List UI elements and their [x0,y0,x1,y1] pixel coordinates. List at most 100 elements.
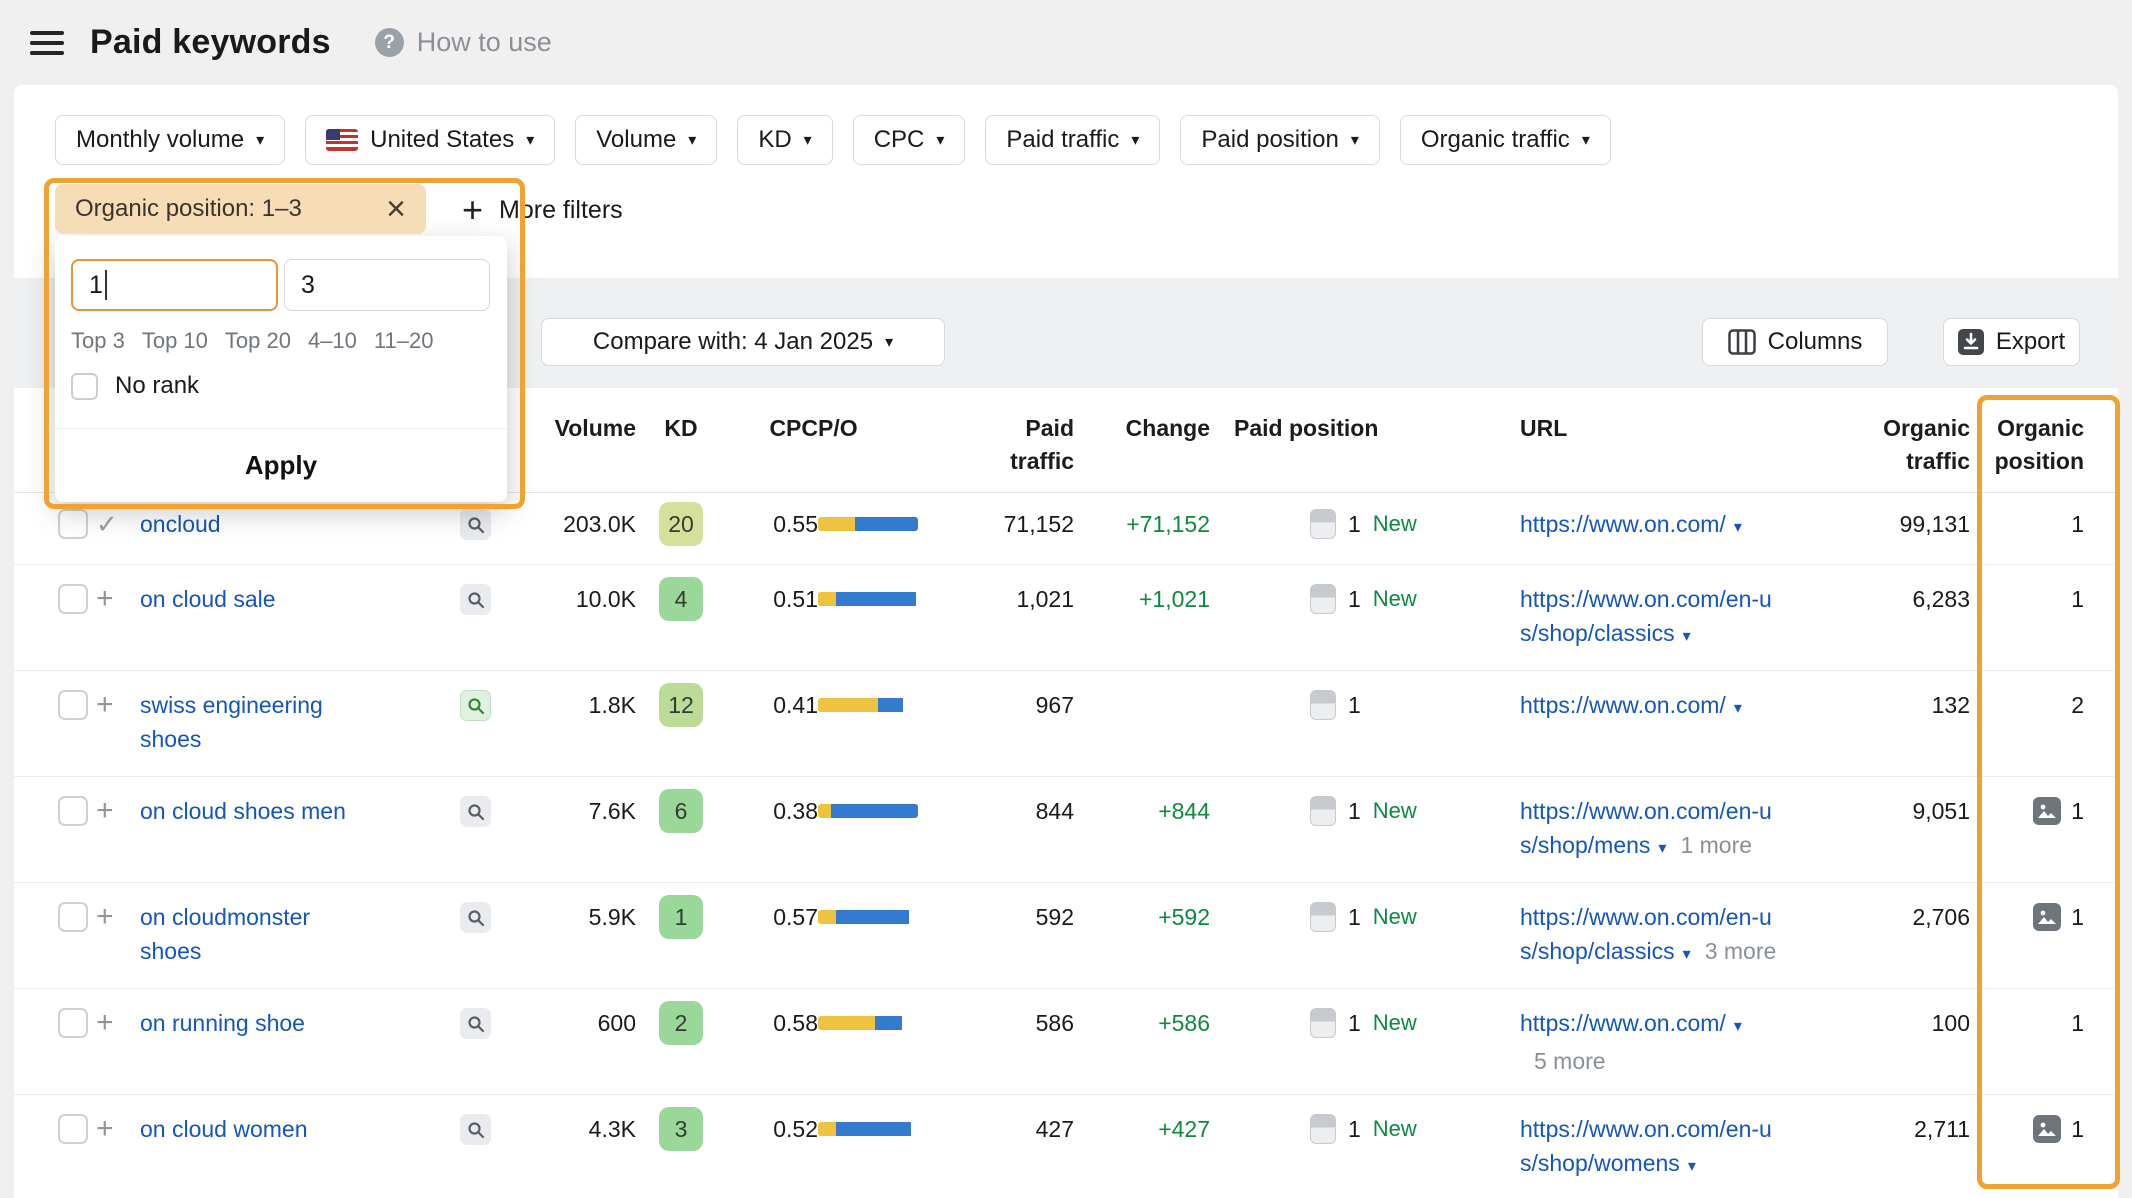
kd-badge: 12 [659,683,703,727]
url-more-label[interactable]: 5 more [1534,1048,1606,1074]
url-link[interactable]: https://www.on.com/ [1520,511,1726,537]
more-filters-button[interactable]: + More filters [462,185,623,235]
row-checkbox[interactable] [58,1008,88,1038]
url-link[interactable]: https://www.on.com/ [1520,1010,1726,1036]
header-change[interactable]: Change [1074,412,1210,445]
keyword-link[interactable]: swiss engineering shoes [140,692,323,752]
row-checkbox[interactable] [58,509,88,539]
filter-pill-kd[interactable]: KD▾ [737,115,832,165]
add-to-list-icon[interactable]: + [96,688,114,721]
header-paid-traffic[interactable]: Paid traffic [958,412,1074,478]
paid-traffic-value: 1,021 [958,582,1074,616]
filter-pill-monthly-volume[interactable]: Monthly volume▾ [55,115,285,165]
image-result-icon [2033,903,2061,931]
ad-position-icon [1310,1114,1336,1144]
how-to-use-link[interactable]: ? How to use [375,27,552,58]
menu-icon[interactable] [30,31,64,55]
row-checkbox[interactable] [58,902,88,932]
volume-value: 5.9K [516,900,636,934]
header-organic-traffic[interactable]: Organic traffic [1850,412,1970,478]
quick-range-4–10[interactable]: 4–10 [308,328,357,354]
serp-features-icon[interactable] [460,1114,491,1145]
keyword-link[interactable]: on cloud women [140,1116,308,1142]
position-from-input[interactable]: 1 [71,259,278,311]
position-to-input[interactable]: 3 [284,259,490,311]
filter-pill-paid-traffic[interactable]: Paid traffic▾ [985,115,1160,165]
url-link[interactable]: https://www.on.com/en-u [1520,1116,1772,1142]
url-link[interactable]: https://www.on.com/en-u [1520,798,1772,824]
quick-range-11–20[interactable]: 11–20 [374,328,434,354]
change-value: +844 [1074,794,1210,828]
row-checkbox[interactable] [58,690,88,720]
serp-features-icon[interactable] [460,584,491,615]
apply-button[interactable]: Apply [55,429,507,501]
filter-pill-united-states[interactable]: United States▾ [305,115,555,165]
filter-pill-volume[interactable]: Volume▾ [575,115,717,165]
header-cpc[interactable]: CPC [726,412,818,445]
url-more-label[interactable]: 3 more [1705,938,1777,964]
add-to-list-icon[interactable]: + [96,1006,114,1039]
row-checkbox[interactable] [58,796,88,826]
quick-ranges: Top 3 Top 10 Top 20 4–10 11–20 [71,328,433,354]
added-check-icon[interactable]: ✓ [96,509,118,539]
chevron-down-icon[interactable]: ▾ [1734,1018,1742,1035]
add-to-list-icon[interactable]: + [96,794,114,827]
serp-features-icon[interactable] [460,690,491,721]
header-paid-position[interactable]: Paid position [1210,412,1520,445]
filter-pill-paid-position[interactable]: Paid position▾ [1180,115,1379,165]
paid-position-value: 1 [1348,582,1361,616]
add-to-list-icon[interactable]: + [96,582,114,615]
paid-organic-bar [818,698,918,712]
filter-pill-organic-traffic[interactable]: Organic traffic▾ [1400,115,1611,165]
url-link[interactable]: https://www.on.com/ [1520,692,1726,718]
table-row: ✓oncloud203.0K200.5571,152+71,1521Newhtt… [14,493,2118,565]
filter-pill-cpc[interactable]: CPC▾ [853,115,966,165]
export-button[interactable]: Export [1943,318,2080,366]
add-to-list-icon[interactable]: + [96,1112,114,1145]
organic-position-filter-chip[interactable]: Organic position: 1–3 × [55,184,426,234]
url-link[interactable]: https://www.on.com/en-u [1520,904,1772,930]
url-link[interactable]: https://www.on.com/en-u [1520,586,1772,612]
header-volume[interactable]: Volume [516,412,636,445]
keyword-link[interactable]: on cloud shoes men [140,798,346,824]
header-organic-position[interactable]: Organic position [1970,412,2096,478]
header-url[interactable]: URL [1520,412,1850,445]
quick-range-top-3[interactable]: Top 3 [71,328,125,354]
keyword-link[interactable]: on cloud sale [140,586,276,612]
url-more-label[interactable]: 1 more [1680,832,1752,858]
compare-with-dropdown[interactable]: Compare with: 4 Jan 2025 ▾ [541,318,945,366]
chevron-down-icon[interactable]: ▾ [1658,840,1666,857]
chevron-down-icon[interactable]: ▾ [1683,946,1691,963]
serp-features-icon[interactable] [460,902,491,933]
paid-organic-bar [818,1122,918,1136]
serp-features-icon[interactable] [460,796,491,827]
columns-button[interactable]: Columns [1702,318,1888,366]
no-rank-checkbox[interactable] [71,373,98,400]
add-to-list-icon[interactable]: + [96,900,114,933]
row-checkbox[interactable] [58,1114,88,1144]
url-link[interactable]: s/shop/womens [1520,1150,1680,1176]
serp-features-icon[interactable] [460,1008,491,1039]
header-kd[interactable]: KD [636,412,726,445]
cpc-value: 0.38 [726,794,818,828]
image-result-icon [2033,797,2061,825]
chevron-down-icon[interactable]: ▾ [1734,519,1742,536]
keyword-link[interactable]: on cloudmonster shoes [140,904,310,964]
quick-range-top-10[interactable]: Top 10 [142,328,208,354]
keyword-link[interactable]: on running shoe [140,1010,305,1036]
url-link[interactable]: s/shop/classics [1520,620,1675,646]
keyword-link[interactable]: oncloud [140,511,221,537]
url-link[interactable]: s/shop/mens [1520,832,1650,858]
url-link[interactable]: s/shop/classics [1520,938,1675,964]
chevron-down-icon[interactable]: ▾ [1734,700,1742,717]
quick-range-top-20[interactable]: Top 20 [225,328,291,354]
header-po[interactable]: P/O [818,412,958,445]
chevron-down-icon[interactable]: ▾ [1688,1158,1696,1175]
chevron-down-icon[interactable]: ▾ [1683,628,1691,645]
serp-features-icon[interactable] [460,509,491,540]
paid-position-value: 1 [1348,688,1361,722]
chevron-down-icon: ▾ [688,130,696,150]
row-checkbox[interactable] [58,584,88,614]
remove-filter-icon[interactable]: × [386,192,406,226]
plus-icon: + [462,192,483,228]
